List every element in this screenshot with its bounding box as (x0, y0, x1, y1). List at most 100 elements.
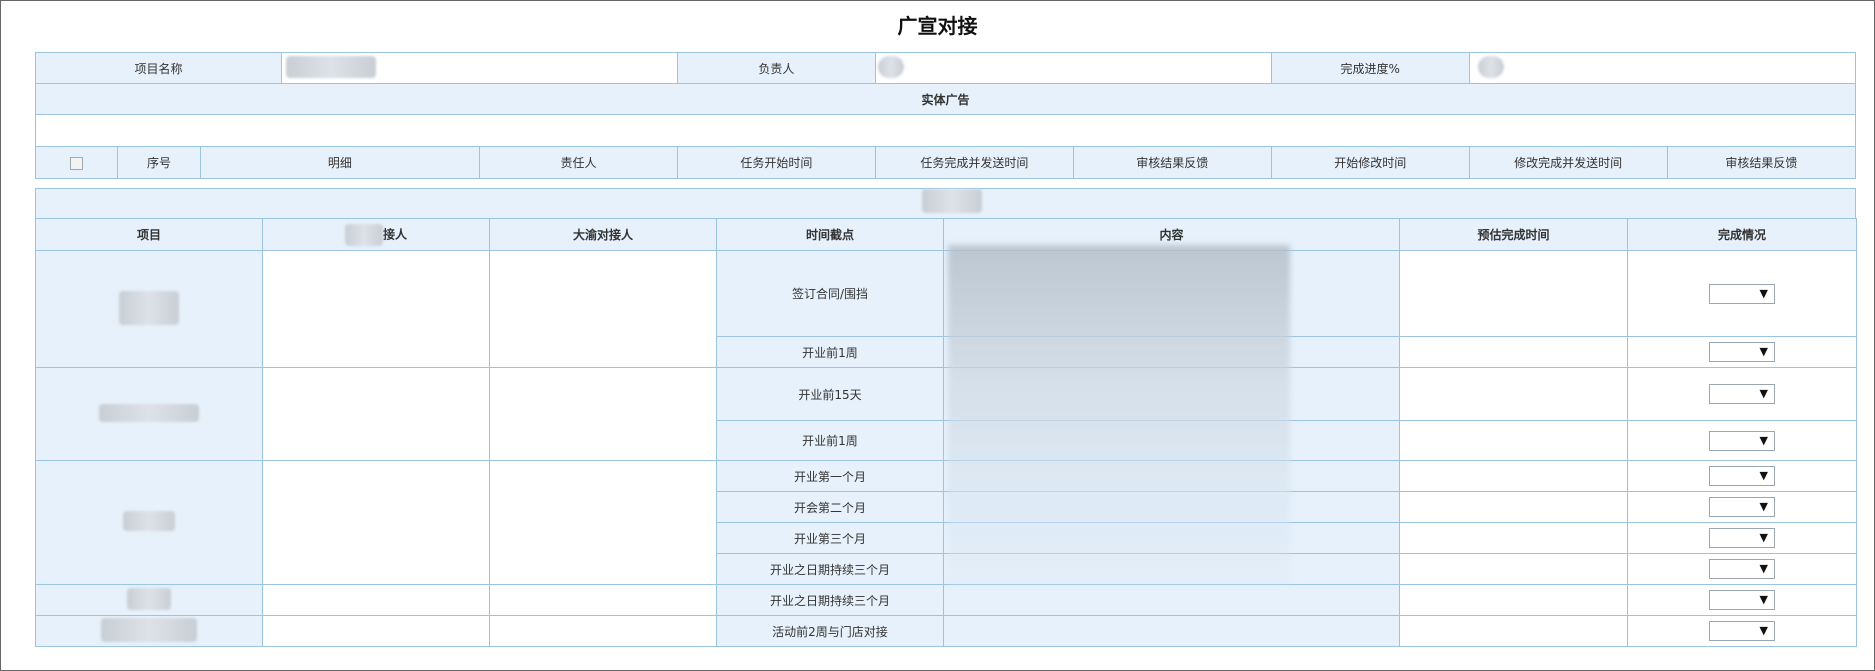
project-name-value-redacted (286, 55, 377, 78)
content-cell (943, 250, 1400, 337)
col-revise-done-sent: 修改完成并发送时间 (1468, 146, 1668, 179)
project-name-field[interactable] (281, 52, 678, 84)
owner-field[interactable] (874, 52, 1272, 84)
select-all-checkbox[interactable] (70, 156, 84, 170)
col-seq: 序号 (117, 146, 201, 179)
status-select[interactable]: ▼ (1709, 559, 1775, 579)
status-select[interactable]: ▼ (1709, 497, 1775, 517)
status-select[interactable]: ▼ (1709, 621, 1775, 641)
dayu-contact-cell[interactable] (489, 615, 717, 647)
status-select[interactable]: ▼ (1709, 466, 1775, 486)
eta-cell[interactable] (1399, 491, 1628, 523)
status-cell: ▼ (1627, 336, 1857, 368)
progress-value-redacted (1477, 55, 1504, 78)
contact-cell[interactable] (262, 460, 490, 585)
project-cell (35, 615, 263, 647)
time-point-cell: 签订合同/围挡 (716, 250, 944, 337)
progress-field[interactable] (1468, 52, 1857, 84)
page-title: 广宣对接 (897, 14, 978, 38)
status-cell: ▼ (1627, 420, 1857, 461)
project-cell (35, 460, 263, 585)
project-cell (35, 584, 263, 616)
col-time-point: 时间截点 (716, 218, 944, 251)
contact-cell[interactable] (262, 367, 490, 461)
owner-value-redacted (877, 55, 904, 78)
contact-cell[interactable] (262, 250, 490, 368)
time-point-cell: 开业第三个月 (716, 522, 944, 554)
chevron-down-icon: ▼ (1759, 562, 1768, 575)
project-name-redacted (101, 617, 197, 642)
select-all-cell (34, 146, 119, 179)
main-table-title-redacted (922, 189, 982, 213)
col-content: 内容 (943, 218, 1400, 251)
status-cell: ▼ (1627, 553, 1857, 585)
time-point-cell: 活动前2周与门店对接 (716, 615, 944, 647)
chevron-down-icon: ▼ (1759, 500, 1768, 513)
dayu-contact-cell[interactable] (489, 250, 717, 368)
contact-header-redacted (344, 223, 383, 246)
chevron-down-icon: ▼ (1759, 531, 1768, 544)
col-review-feedback-1: 审核结果反馈 (1072, 146, 1272, 179)
eta-cell[interactable] (1399, 584, 1628, 616)
eta-cell[interactable] (1399, 522, 1628, 554)
eta-cell[interactable] (1399, 250, 1628, 337)
content-cell (943, 584, 1400, 616)
contact-cell[interactable] (262, 615, 490, 647)
section-title: 实体广告 (35, 83, 1856, 115)
eta-cell[interactable] (1399, 460, 1628, 492)
content-cell (943, 336, 1400, 368)
progress-label: 完成进度% (1270, 52, 1470, 84)
project-name-redacted (119, 290, 179, 325)
status-select[interactable]: ▼ (1709, 590, 1775, 610)
col-dayu-contact: 大渝对接人 (489, 218, 717, 251)
eta-cell[interactable] (1399, 336, 1628, 368)
content-cell (943, 522, 1400, 554)
table-row: 开业第一个月 ▼ (35, 460, 1857, 585)
status-cell: ▼ (1627, 250, 1857, 337)
contact-cell[interactable] (262, 584, 490, 616)
status-select[interactable]: ▼ (1709, 283, 1775, 304)
chevron-down-icon: ▼ (1759, 345, 1768, 358)
time-point-cell: 开会第二个月 (716, 491, 944, 523)
status-select[interactable]: ▼ (1709, 528, 1775, 548)
time-point-cell: 开业前1周 (716, 336, 944, 368)
project-cell (35, 367, 263, 461)
col-task-start: 任务开始时间 (676, 146, 876, 179)
col-responsible: 责任人 (479, 146, 678, 179)
owner-label: 负责人 (676, 52, 876, 84)
dayu-contact-cell[interactable] (489, 460, 717, 585)
col-detail: 明细 (199, 146, 481, 179)
status-select[interactable]: ▼ (1709, 430, 1775, 451)
chevron-down-icon: ▼ (1759, 387, 1768, 400)
status-cell: ▼ (1627, 367, 1857, 421)
status-select[interactable]: ▼ (1709, 384, 1775, 404)
col-contact-label: 接人 (382, 227, 407, 241)
table-row: 开业之日期持续三个月 ▼ (35, 584, 1857, 616)
col-task-done-sent: 任务完成并发送时间 (874, 146, 1074, 179)
eta-cell[interactable] (1399, 367, 1628, 421)
eta-cell[interactable] (1399, 615, 1628, 647)
time-point-cell: 开业之日期持续三个月 (716, 584, 944, 616)
content-cell (943, 367, 1400, 421)
chevron-down-icon: ▼ (1759, 433, 1768, 447)
project-name-redacted (99, 403, 199, 422)
dayu-contact-cell[interactable] (489, 367, 717, 461)
status-cell: ▼ (1627, 460, 1857, 492)
time-point-cell: 开业第一个月 (716, 460, 944, 492)
main-table-title-bar (35, 188, 1856, 219)
project-name-label: 项目名称 (34, 52, 283, 84)
empty-row (35, 114, 1856, 147)
eta-cell[interactable] (1399, 420, 1628, 461)
dayu-contact-cell[interactable] (489, 584, 717, 616)
table-row: 签订合同/围挡 ▼ (35, 250, 1857, 368)
status-cell: ▼ (1627, 522, 1857, 554)
time-point-cell: 开业之日期持续三个月 (716, 553, 944, 585)
chevron-down-icon: ▼ (1759, 593, 1768, 606)
col-review-feedback-2: 审核结果反馈 (1666, 146, 1857, 179)
content-cell (943, 460, 1400, 492)
table-row: 开业前15天 ▼ (35, 367, 1857, 461)
eta-cell[interactable] (1399, 553, 1628, 585)
status-select[interactable]: ▼ (1709, 342, 1775, 362)
col-project: 项目 (35, 218, 263, 251)
project-info-table: 项目名称 负责人 完成进度% 实体广告 序号 明细 责任人 任务开始时间 任务完… (34, 52, 1857, 179)
